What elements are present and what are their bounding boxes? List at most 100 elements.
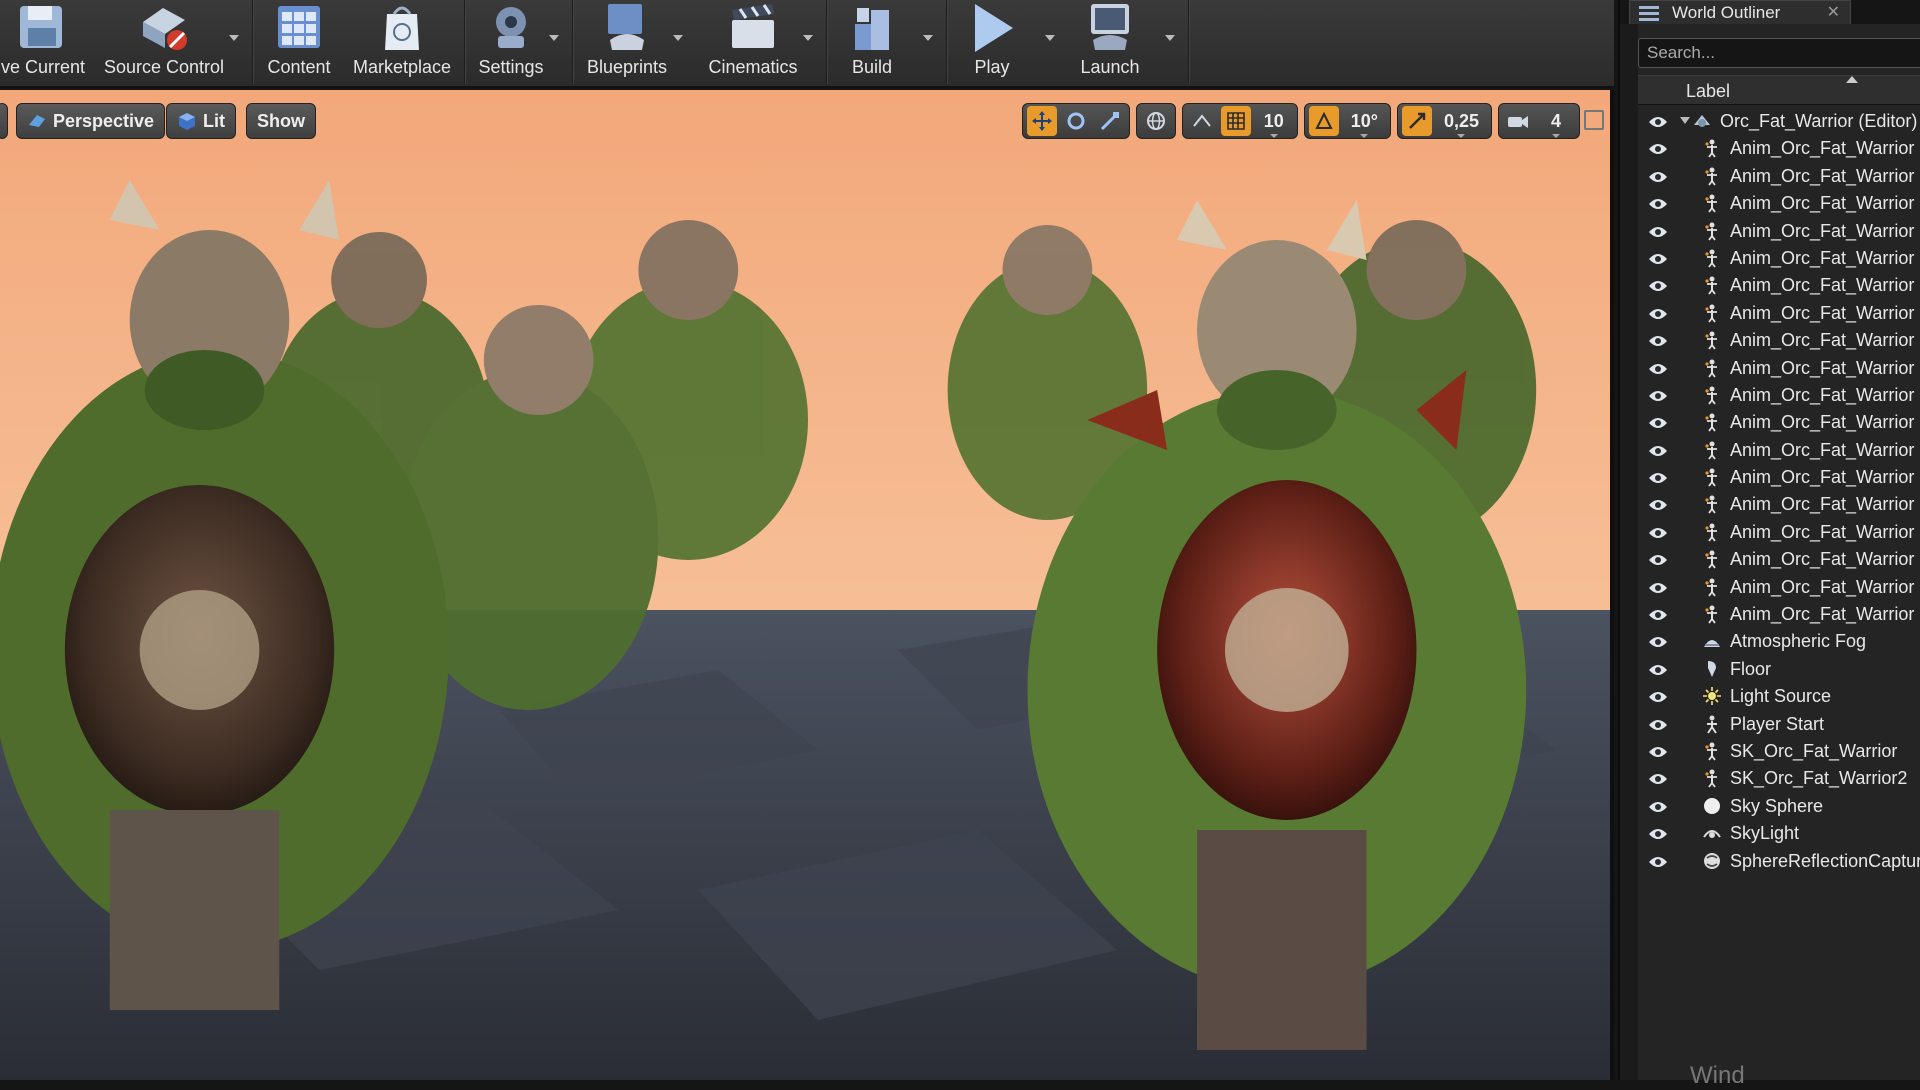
visibility-eye-icon[interactable]	[1648, 551, 1668, 566]
scale-snap-toggle[interactable]	[1401, 106, 1432, 136]
grid-snap-value[interactable]: 10	[1255, 111, 1293, 138]
source-control-button[interactable]: Source Control	[98, 0, 230, 84]
rotation-snap-toggle[interactable]	[1308, 106, 1339, 136]
visibility-eye-icon[interactable]	[1648, 579, 1668, 593]
visibility-eye-icon[interactable]	[1648, 250, 1668, 264]
visibility-eye-icon[interactable]	[1648, 305, 1668, 319]
blueprints-button[interactable]: Blueprints	[580, 0, 674, 84]
outliner-actor-row[interactable]: Player Start	[1638, 711, 1920, 738]
visibility-eye-icon[interactable]	[1648, 524, 1668, 538]
world-space-button[interactable]	[1141, 106, 1171, 136]
launch-button[interactable]: Launch	[1070, 0, 1150, 84]
visibility-eye-icon[interactable]	[1648, 360, 1668, 374]
outliner-column-header[interactable]: Label	[1638, 75, 1920, 105]
outliner-actor-row[interactable]: Anim_Orc_Fat_Warrior	[1638, 300, 1920, 327]
visibility-eye-icon[interactable]	[1648, 442, 1668, 456]
play-dropdown[interactable]	[1042, 30, 1058, 46]
outliner-actor-row[interactable]: Sky Sphere	[1638, 793, 1920, 820]
visibility-eye-icon[interactable]	[1648, 140, 1668, 155]
build-dropdown[interactable]	[920, 30, 936, 46]
visibility-eye-icon[interactable]	[1648, 223, 1668, 237]
outliner-actor-row[interactable]: Atmospheric Fog	[1638, 628, 1920, 655]
visibility-eye-icon[interactable]	[1648, 277, 1668, 292]
scale-mode-button[interactable]	[1095, 106, 1125, 136]
scale-snap-value[interactable]: 0,25	[1436, 111, 1487, 138]
outliner-actor-row[interactable]: SkyLight	[1638, 820, 1920, 847]
outliner-actor-row[interactable]: Anim_Orc_Fat_Warrior	[1638, 546, 1920, 573]
camera-speed-button[interactable]	[1503, 106, 1533, 136]
marketplace-button[interactable]: Marketplace	[346, 0, 458, 84]
outliner-actor-row[interactable]: Anim_Orc_Fat_Warrior	[1638, 601, 1920, 628]
perspective-button[interactable]: Perspective	[16, 103, 166, 139]
visibility-eye-icon[interactable]	[1648, 798, 1668, 812]
blueprints-dropdown[interactable]	[670, 30, 686, 46]
content-button[interactable]: Content	[262, 0, 336, 84]
outliner-actor-row[interactable]: Anim_Orc_Fat_Warrior	[1638, 245, 1920, 272]
outliner-actor-row[interactable]: Anim_Orc_Fat_Warrior	[1638, 491, 1920, 518]
outliner-actor-row[interactable]: Anim_Orc_Fat_Warrior	[1638, 272, 1920, 299]
surface-snap-button[interactable]	[1187, 106, 1217, 136]
maximize-viewport-icon[interactable]	[1584, 110, 1604, 130]
outliner-actor-row[interactable]: SK_Orc_Fat_Warrior2	[1638, 765, 1920, 792]
outliner-search-input[interactable]: Search...	[1638, 38, 1920, 68]
settings-dropdown[interactable]	[546, 30, 562, 46]
outliner-actor-row[interactable]: Anim_Orc_Fat_Warrior	[1638, 163, 1920, 190]
launch-dropdown[interactable]	[1162, 30, 1178, 46]
outliner-actor-row[interactable]: Anim_Orc_Fat_Warrior	[1638, 355, 1920, 382]
visibility-eye-icon[interactable]	[1648, 496, 1668, 511]
outliner-actor-row[interactable]: Anim_Orc_Fat_Warrior	[1638, 464, 1920, 491]
visibility-eye-icon[interactable]	[1648, 469, 1668, 484]
outliner-actor-row[interactable]: Anim_Orc_Fat_Warrior	[1638, 409, 1920, 436]
outliner-actor-row[interactable]: Light Source	[1638, 683, 1920, 710]
visibility-eye-icon[interactable]	[1648, 661, 1668, 675]
outliner-actor-row[interactable]: Anim_Orc_Fat_Warrior	[1638, 382, 1920, 409]
outliner-row-label: SkyLight	[1730, 823, 1800, 844]
expand-arrow-icon[interactable]	[1680, 117, 1690, 124]
visibility-eye-icon[interactable]	[1648, 688, 1668, 703]
outliner-actor-row[interactable]: Anim_Orc_Fat_Warrior	[1638, 190, 1920, 217]
play-button[interactable]: Play	[956, 0, 1028, 84]
visibility-eye-icon[interactable]	[1648, 716, 1668, 730]
world-outliner-tab[interactable]: World Outliner ✕	[1629, 0, 1851, 24]
camera-speed-value[interactable]: 4	[1537, 111, 1575, 138]
lit-button[interactable]: Lit	[166, 103, 236, 139]
outliner-actor-row[interactable]: Anim_Orc_Fat_Warrior	[1638, 218, 1920, 245]
grid-snap-toggle[interactable]	[1220, 106, 1251, 136]
outliner-actor-row[interactable]: Anim_Orc_Fat_Warrior	[1638, 437, 1920, 464]
close-icon[interactable]: ✕	[1827, 2, 1840, 22]
viewport-scene[interactable]	[0, 90, 1610, 1080]
cinematics-dropdown[interactable]	[800, 30, 816, 46]
visibility-eye-icon[interactable]	[1648, 853, 1668, 867]
settings-button[interactable]: Settings	[470, 0, 552, 84]
rotate-mode-button[interactable]	[1061, 106, 1091, 136]
translate-mode-button[interactable]	[1026, 106, 1057, 136]
visibility-eye-icon[interactable]	[1648, 387, 1668, 401]
outliner-actor-row[interactable]: SK_Orc_Fat_Warrior	[1638, 738, 1920, 765]
outliner-actor-row[interactable]: Anim_Orc_Fat_Warrior	[1638, 574, 1920, 601]
source-control-dropdown[interactable]	[226, 30, 242, 46]
level-viewport[interactable]: Perspective Lit Show 10 10° 0,25 4	[0, 90, 1614, 1080]
outliner-actor-row[interactable]: Anim_Orc_Fat_Warrior	[1638, 135, 1920, 162]
outliner-actor-row[interactable]: Anim_Orc_Fat_Warrior	[1638, 519, 1920, 546]
viewport-options-button[interactable]	[0, 103, 8, 139]
visibility-eye-icon[interactable]	[1648, 770, 1668, 785]
panel-splitter[interactable]	[1620, 24, 1638, 1080]
rotation-snap-value[interactable]: 10°	[1343, 111, 1386, 138]
build-button[interactable]: Build	[836, 0, 908, 84]
visibility-eye-icon[interactable]	[1648, 606, 1668, 621]
outliner-world-row[interactable]: Orc_Fat_Warrior (Editor)	[1638, 108, 1920, 135]
show-button[interactable]: Show	[246, 103, 316, 139]
visibility-eye-icon[interactable]	[1648, 195, 1668, 210]
visibility-eye-icon[interactable]	[1648, 332, 1668, 347]
visibility-eye-icon[interactable]	[1648, 414, 1668, 429]
outliner-actor-row[interactable]: Floor	[1638, 656, 1920, 683]
save-current-button[interactable]: ve Current	[0, 0, 86, 84]
visibility-eye-icon[interactable]	[1648, 113, 1668, 127]
visibility-eye-icon[interactable]	[1648, 743, 1668, 757]
visibility-eye-icon[interactable]	[1648, 633, 1668, 648]
visibility-eye-icon[interactable]	[1648, 168, 1668, 182]
outliner-actor-row[interactable]: Anim_Orc_Fat_Warrior	[1638, 327, 1920, 354]
outliner-actor-row[interactable]: SphereReflectionCapture	[1638, 848, 1920, 875]
cinematics-button[interactable]: Cinematics	[700, 0, 806, 84]
visibility-eye-icon[interactable]	[1648, 825, 1668, 840]
